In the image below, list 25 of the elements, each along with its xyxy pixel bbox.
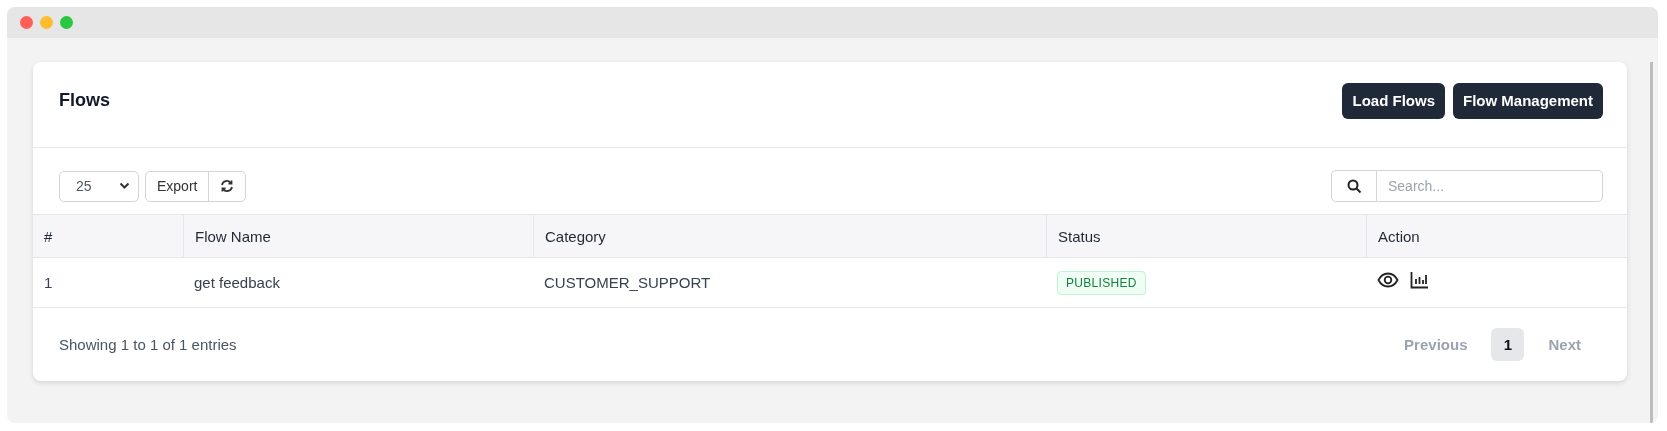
entries-info: Showing 1 to 1 of 1 entries xyxy=(59,336,237,353)
column-header: Flow Name xyxy=(183,215,533,257)
search-icon xyxy=(1346,178,1362,194)
close-dot[interactable] xyxy=(20,16,33,29)
refresh-icon xyxy=(220,179,235,193)
eye-icon[interactable] xyxy=(1377,271,1399,288)
table-cell-text: CUSTOMER_SUPPORT xyxy=(543,274,712,291)
table-cell-text: 1 xyxy=(43,274,54,291)
bar-chart-icon[interactable] xyxy=(1410,270,1429,289)
page-size-select[interactable]: 25 xyxy=(59,170,139,202)
column-header: Action xyxy=(1366,215,1627,257)
column-header: Status xyxy=(1046,215,1366,257)
maximize-dot[interactable] xyxy=(60,16,73,29)
table-cell-text: get feedback xyxy=(193,274,281,291)
card-title: Flows xyxy=(59,90,110,111)
header-button[interactable]: Load Flows xyxy=(1342,82,1445,119)
column-header: Category xyxy=(533,215,1046,257)
header-button[interactable]: Flow Management xyxy=(1453,82,1603,119)
refresh-button[interactable] xyxy=(208,171,246,201)
status-badge: PUBLISHED xyxy=(1057,270,1146,295)
minimize-dot[interactable] xyxy=(40,16,53,29)
chevron-down-icon xyxy=(119,182,130,190)
column-header: # xyxy=(43,226,54,247)
page-button[interactable]: 1 xyxy=(1491,328,1525,361)
search-field[interactable]: Search... xyxy=(1377,170,1603,202)
